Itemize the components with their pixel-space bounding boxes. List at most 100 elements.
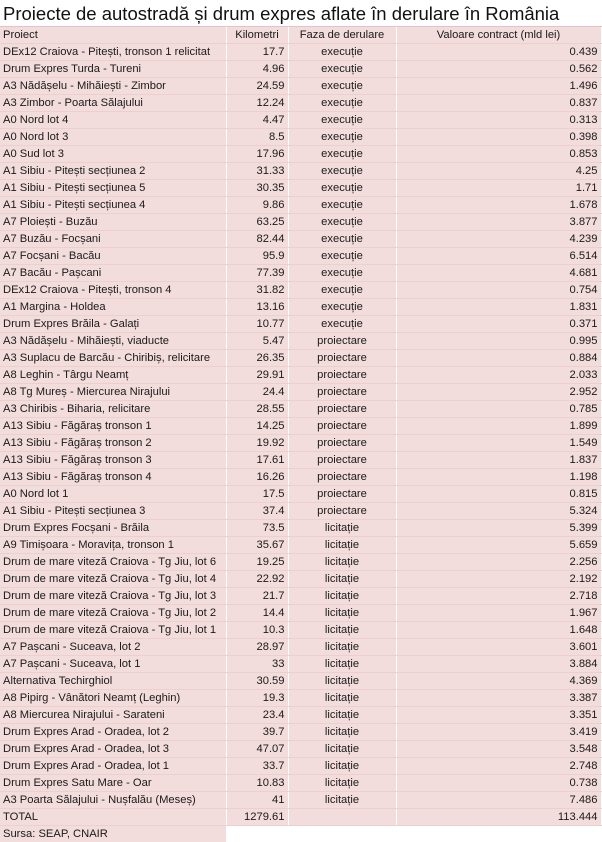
cell-km[interactable]: 24.4 bbox=[226, 384, 288, 401]
cell-phase[interactable]: proiectare bbox=[288, 503, 396, 520]
cell-km[interactable]: 21.7 bbox=[226, 588, 288, 605]
cell-value[interactable]: 3.884 bbox=[396, 656, 601, 673]
header-km[interactable]: Kilometri bbox=[226, 27, 288, 44]
cell-km[interactable]: 31.33 bbox=[226, 163, 288, 180]
cell-project[interactable]: A1 Sibiu - Pitești secțiunea 2 bbox=[0, 163, 226, 180]
cell-value[interactable]: 1.71 bbox=[396, 180, 601, 197]
cell-phase[interactable]: licitație bbox=[288, 792, 396, 809]
cell-project[interactable]: A8 Tg Mureș - Miercurea Nirajului bbox=[0, 384, 226, 401]
cell-value[interactable]: 0.398 bbox=[396, 129, 601, 146]
cell-phase[interactable]: execuție bbox=[288, 248, 396, 265]
cell-project[interactable]: Drum de mare viteză Craiova - Tg Jiu, lo… bbox=[0, 588, 226, 605]
cell-phase[interactable]: proiectare bbox=[288, 384, 396, 401]
cell-project[interactable]: A3 Nădășelu - Mihăiești, viaducte bbox=[0, 333, 226, 350]
cell-value[interactable]: 1.678 bbox=[396, 197, 601, 214]
cell-value[interactable]: 1.549 bbox=[396, 435, 601, 452]
cell-project[interactable]: A3 Zimbor - Poarta Sălajului bbox=[0, 95, 226, 112]
cell-phase[interactable]: licitație bbox=[288, 707, 396, 724]
cell-value[interactable]: 0.884 bbox=[396, 350, 601, 367]
cell-km[interactable]: 19.25 bbox=[226, 554, 288, 571]
cell-phase[interactable]: licitație bbox=[288, 588, 396, 605]
cell-value[interactable]: 0.995 bbox=[396, 333, 601, 350]
cell-project[interactable]: A0 Nord lot 4 bbox=[0, 112, 226, 129]
cell-km[interactable]: 14.25 bbox=[226, 418, 288, 435]
cell-value[interactable]: 3.387 bbox=[396, 690, 601, 707]
cell-project[interactable]: A1 Sibiu - Pitești secțiunea 4 bbox=[0, 197, 226, 214]
header-project[interactable]: Proiect bbox=[0, 27, 226, 44]
cell-phase[interactable]: licitație bbox=[288, 554, 396, 571]
cell-value[interactable]: 0.562 bbox=[396, 61, 601, 78]
cell-phase[interactable]: execuție bbox=[288, 197, 396, 214]
cell-value[interactable]: 0.837 bbox=[396, 95, 601, 112]
cell-project[interactable]: DEx12 Craiova - Pitești, tronson 1 relic… bbox=[0, 44, 226, 61]
cell-project[interactable]: A1 Margina - Holdea bbox=[0, 299, 226, 316]
cell-value[interactable]: 3.419 bbox=[396, 724, 601, 741]
cell-phase[interactable]: execuție bbox=[288, 129, 396, 146]
cell-phase[interactable]: licitație bbox=[288, 741, 396, 758]
cell-phase[interactable]: proiectare bbox=[288, 401, 396, 418]
cell-km[interactable]: 47.07 bbox=[226, 741, 288, 758]
cell-phase[interactable]: proiectare bbox=[288, 469, 396, 486]
cell-km[interactable]: 23.4 bbox=[226, 707, 288, 724]
cell-project[interactable]: A3 Poarta Sălajului - Nușfalău (Meseș) bbox=[0, 792, 226, 809]
cell-value[interactable]: 5.324 bbox=[396, 503, 601, 520]
cell-project[interactable]: A7 Ploiești - Buzău bbox=[0, 214, 226, 231]
cell-km[interactable]: 17.96 bbox=[226, 146, 288, 163]
cell-value[interactable]: 1.831 bbox=[396, 299, 601, 316]
cell-phase[interactable]: licitație bbox=[288, 673, 396, 690]
cell-value[interactable]: 1.496 bbox=[396, 78, 601, 95]
cell-km[interactable]: 4.47 bbox=[226, 112, 288, 129]
cell-km[interactable]: 17.7 bbox=[226, 44, 288, 61]
cell-km[interactable]: 4.96 bbox=[226, 61, 288, 78]
cell-phase[interactable]: licitație bbox=[288, 571, 396, 588]
cell-project[interactable]: Drum Expres Brăila - Galați bbox=[0, 316, 226, 333]
cell-value[interactable]: 4.681 bbox=[396, 265, 601, 282]
cell-value[interactable]: 5.399 bbox=[396, 520, 601, 537]
cell-km[interactable]: 28.97 bbox=[226, 639, 288, 656]
cell-km[interactable]: 17.61 bbox=[226, 452, 288, 469]
cell-value[interactable]: 3.548 bbox=[396, 741, 601, 758]
cell-project[interactable]: Drum Expres Arad - Oradea, lot 1 bbox=[0, 758, 226, 775]
cell-phase[interactable]: execuție bbox=[288, 163, 396, 180]
total-value[interactable]: 113.444 bbox=[396, 809, 601, 826]
cell-value[interactable]: 2.952 bbox=[396, 384, 601, 401]
cell-km[interactable]: 29.91 bbox=[226, 367, 288, 384]
cell-project[interactable]: A0 Nord lot 3 bbox=[0, 129, 226, 146]
cell-project[interactable]: A7 Pașcani - Suceava, lot 2 bbox=[0, 639, 226, 656]
cell-project[interactable]: A7 Bacău - Pașcani bbox=[0, 265, 226, 282]
cell-value[interactable]: 0.313 bbox=[396, 112, 601, 129]
cell-phase[interactable]: execuție bbox=[288, 265, 396, 282]
cell-project[interactable]: Drum de mare viteză Craiova - Tg Jiu, lo… bbox=[0, 571, 226, 588]
cell-value[interactable]: 1.198 bbox=[396, 469, 601, 486]
cell-value[interactable]: 0.785 bbox=[396, 401, 601, 418]
cell-project[interactable]: Drum Expres Arad - Oradea, lot 2 bbox=[0, 724, 226, 741]
cell-km[interactable]: 8.5 bbox=[226, 129, 288, 146]
cell-value[interactable]: 2.748 bbox=[396, 758, 601, 775]
cell-km[interactable]: 17.5 bbox=[226, 486, 288, 503]
cell-km[interactable]: 30.35 bbox=[226, 180, 288, 197]
cell-km[interactable]: 10.3 bbox=[226, 622, 288, 639]
cell-project[interactable]: DEx12 Craiova - Pitești, tronson 4 bbox=[0, 282, 226, 299]
cell-project[interactable]: A9 Timișoara - Moravița, tronson 1 bbox=[0, 537, 226, 554]
cell-phase[interactable]: execuție bbox=[288, 180, 396, 197]
cell-km[interactable]: 19.3 bbox=[226, 690, 288, 707]
cell-phase[interactable]: licitație bbox=[288, 605, 396, 622]
cell-km[interactable]: 22.92 bbox=[226, 571, 288, 588]
cell-value[interactable]: 1.967 bbox=[396, 605, 601, 622]
cell-phase[interactable]: execuție bbox=[288, 316, 396, 333]
cell-value[interactable]: 4.239 bbox=[396, 231, 601, 248]
cell-value[interactable]: 4.369 bbox=[396, 673, 601, 690]
cell-km[interactable]: 33.7 bbox=[226, 758, 288, 775]
cell-km[interactable]: 12.24 bbox=[226, 95, 288, 112]
total-label[interactable]: TOTAL bbox=[0, 809, 226, 826]
cell-project[interactable]: A1 Sibiu - Pitești secțiunea 5 bbox=[0, 180, 226, 197]
header-value[interactable]: Valoare contract (mld lei) bbox=[396, 27, 601, 44]
cell-project[interactable]: A13 Sibiu - Făgăraș tronson 4 bbox=[0, 469, 226, 486]
cell-value[interactable]: 3.877 bbox=[396, 214, 601, 231]
cell-km[interactable]: 19.92 bbox=[226, 435, 288, 452]
cell-phase[interactable]: execuție bbox=[288, 95, 396, 112]
cell-value[interactable]: 0.439 bbox=[396, 44, 601, 61]
cell-project[interactable]: A13 Sibiu - Făgăraș tronson 3 bbox=[0, 452, 226, 469]
cell-value[interactable]: 0.815 bbox=[396, 486, 601, 503]
cell-project[interactable]: A3 Chiribis - Biharia, relicitare bbox=[0, 401, 226, 418]
